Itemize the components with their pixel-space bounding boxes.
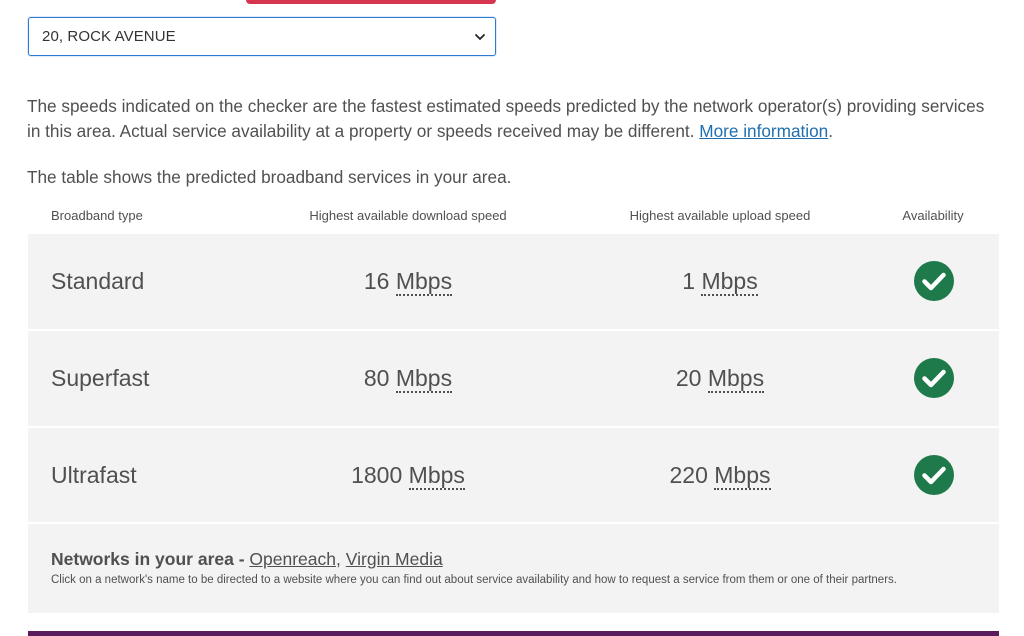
- table-row: Standard 16 Mbps 1 Mbps: [28, 234, 999, 329]
- header-upload-speed: Highest available upload speed: [629, 208, 811, 223]
- unit-abbr: Mbps: [395, 365, 453, 393]
- download-speed: 16 Mbps: [308, 268, 508, 296]
- unit-abbr: Mbps: [395, 268, 453, 296]
- broadband-type: Superfast: [51, 365, 150, 391]
- top-accent-bar: [246, 0, 496, 4]
- unit-abbr: Mbps: [714, 462, 771, 490]
- upload-value: 220: [669, 462, 708, 488]
- download-speed: 80 Mbps: [308, 365, 508, 393]
- networks-panel: Networks in your area - Openreach, Virgi…: [28, 524, 999, 613]
- download-speed: 1800 Mbps: [308, 462, 508, 490]
- unit-abbr: Mbps: [701, 268, 758, 296]
- network-separator: ,: [336, 549, 341, 569]
- disclaimer-text: The speeds indicated on the checker are …: [27, 96, 985, 141]
- check-circle-icon: [914, 261, 954, 301]
- speeds-disclaimer: The speeds indicated on the checker are …: [27, 94, 1002, 144]
- broadband-type: Ultrafast: [51, 462, 137, 488]
- upload-speed: 20 Mbps: [620, 365, 820, 393]
- header-broadband-type: Broadband type: [51, 208, 143, 223]
- address-select-value: 20, ROCK AVENUE: [42, 28, 176, 45]
- more-information-link[interactable]: More information: [699, 121, 828, 141]
- check-circle-icon: [914, 455, 954, 495]
- networks-title: Networks in your area - Openreach, Virgi…: [51, 549, 443, 570]
- network-link-virgin-media[interactable]: Virgin Media: [346, 549, 443, 569]
- footer-accent-bar: [28, 631, 999, 636]
- table-row: Superfast 80 Mbps 20 Mbps: [28, 331, 999, 426]
- network-link-openreach[interactable]: Openreach: [249, 549, 336, 569]
- header-availability: Availability: [902, 208, 964, 223]
- header-download-speed: Highest available download speed: [309, 208, 507, 223]
- broadband-type: Standard: [51, 268, 145, 294]
- address-select[interactable]: 20, ROCK AVENUE: [28, 17, 496, 56]
- download-value: 1800: [351, 462, 403, 488]
- networks-label: Networks in your area -: [51, 549, 245, 569]
- download-value: 80: [363, 365, 390, 391]
- table-row: Ultrafast 1800 Mbps 220 Mbps: [28, 428, 999, 523]
- table-intro: The table shows the predicted broadband …: [27, 167, 512, 187]
- networks-note: Click on a network's name to be directed…: [51, 574, 897, 586]
- download-value: 16: [363, 268, 390, 294]
- upload-value: 20: [675, 365, 702, 391]
- upload-speed: 220 Mbps: [620, 462, 820, 490]
- upload-speed: 1 Mbps: [620, 268, 820, 296]
- unit-abbr: Mbps: [707, 365, 765, 393]
- table-header: Broadband type Highest available downloa…: [28, 204, 999, 228]
- check-circle-icon: [914, 358, 954, 398]
- upload-value: 1: [682, 268, 696, 294]
- unit-abbr: Mbps: [408, 462, 465, 490]
- chevron-down-icon: [473, 30, 487, 44]
- disclaimer-period: .: [828, 121, 834, 141]
